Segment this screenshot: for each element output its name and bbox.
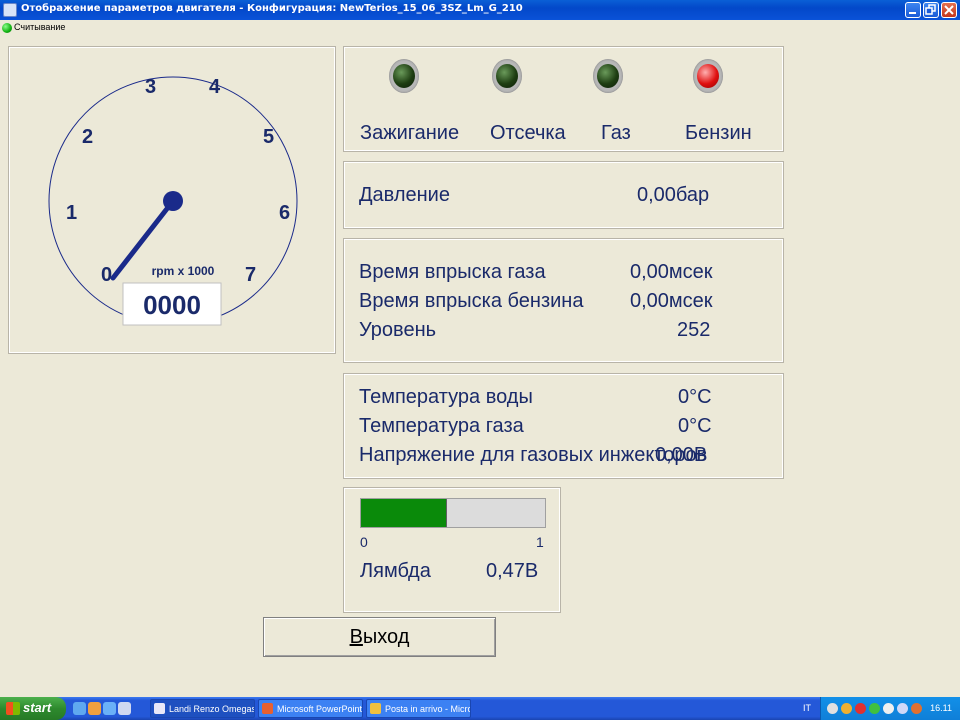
browser-quicklaunch-icon[interactable] — [103, 702, 116, 715]
task-outlook[interactable]: Posta in arrivo - Micro... — [366, 699, 471, 718]
cutoff-label: Отсечка — [490, 122, 566, 144]
gas-lamp-icon — [593, 59, 623, 93]
gauge-scale-label-1: 1 — [66, 202, 77, 224]
water-temp-value: 0°C — [678, 386, 712, 408]
tray-update-icon[interactable] — [911, 703, 922, 714]
clock[interactable]: 16.11 — [930, 703, 952, 713]
taskbar: start Landi Renzo Omegas Microsoft Power… — [0, 697, 960, 720]
needle-hub — [163, 191, 183, 211]
temperature-panel: Температура воды 0°C Температура газа 0°… — [343, 373, 784, 479]
task-label: Posta in arrivo - Micro... — [385, 704, 471, 714]
language-indicator[interactable]: IT — [803, 703, 811, 713]
tray-app-icon[interactable] — [841, 703, 852, 714]
cutoff-lamp-icon — [492, 59, 522, 93]
minimize-icon — [909, 12, 916, 14]
mail-icon — [370, 703, 381, 714]
tray-wifi-icon[interactable] — [897, 703, 908, 714]
task-landi-renzo[interactable]: Landi Renzo Omegas — [150, 699, 255, 718]
tachometer-gauge: 0 1 2 3 4 5 6 7 rpm x 1000 0000 — [48, 76, 298, 326]
tray-network-icon[interactable] — [869, 703, 880, 714]
lambda-min-label: 0 — [360, 534, 368, 550]
lambda-bar-fill — [361, 499, 448, 527]
status-line: Считывание — [0, 20, 960, 36]
task-powerpoint[interactable]: Microsoft PowerPoint ... — [258, 699, 363, 718]
lambda-panel: 0 1 Лямбда 0,47В — [343, 487, 561, 613]
title-bar[interactable]: Отображение параметров двигателя - Конфи… — [0, 0, 960, 20]
landi-app-icon — [154, 703, 165, 714]
injection-panel: Время впрыска газа 0,00мсек Время впрыск… — [343, 238, 784, 363]
exit-button[interactable]: Выход — [263, 617, 496, 657]
gas-injection-time-value: 0,00мсек — [630, 261, 713, 283]
exit-accel-letter: В — [349, 626, 363, 648]
minimize-button[interactable] — [905, 2, 921, 18]
gauge-scale-label-6: 6 — [279, 202, 290, 224]
gauge-scale-label-3: 3 — [145, 76, 156, 98]
gauge-scale-label-4: 4 — [209, 76, 221, 98]
injector-voltage-value: 0,00В — [655, 444, 708, 466]
status-led-icon — [2, 23, 12, 33]
outlook-quicklaunch-icon[interactable] — [88, 702, 101, 715]
gas-label: Газ — [601, 122, 631, 144]
tachometer-panel: 0 1 2 3 4 5 6 7 rpm x 1000 0000 — [8, 46, 336, 354]
window-title: Отображение параметров двигателя - Конфи… — [21, 3, 523, 14]
gauge-scale-label-0: 0 — [101, 264, 112, 286]
gas-temp-value: 0°C — [678, 415, 712, 437]
indicators-panel: Зажигание Отсечка Газ Бензин — [343, 46, 784, 152]
petrol-label: Бензин — [685, 122, 752, 144]
start-label: start — [23, 700, 52, 715]
ignition-lamp-icon — [389, 59, 419, 93]
task-label: Landi Renzo Omegas — [169, 704, 255, 714]
ie-quicklaunch-icon[interactable] — [73, 702, 86, 715]
gas-injection-time-label: Время впрыска газа — [359, 261, 546, 283]
status-text: Считывание — [14, 22, 66, 32]
gauge-scale-label-2: 2 — [82, 126, 93, 148]
gas-temp-label: Температура газа — [359, 415, 524, 437]
water-temp-label: Температура воды — [359, 386, 533, 408]
tray-antivirus-icon[interactable] — [855, 703, 866, 714]
task-label: Microsoft PowerPoint ... — [277, 704, 363, 714]
level-label: Уровень — [359, 319, 437, 341]
windows-logo-icon — [6, 702, 20, 715]
tray-volume-icon[interactable] — [883, 703, 894, 714]
lambda-value: 0,47В — [486, 560, 539, 582]
pressure-panel: Давление 0,00бар — [343, 161, 784, 229]
restore-button[interactable] — [923, 2, 939, 18]
tray-arrow-icon[interactable] — [827, 703, 838, 714]
desktop-quicklaunch-icon[interactable] — [118, 702, 131, 715]
lambda-max-label: 1 — [536, 534, 544, 550]
powerpoint-icon — [262, 703, 273, 714]
petrol-injection-time-value: 0,00мсек — [630, 290, 713, 312]
restore-icon — [925, 4, 936, 15]
close-icon — [944, 5, 954, 15]
ignition-label: Зажигание — [360, 122, 460, 144]
exit-label-rest: ыход — [362, 626, 410, 648]
rpm-readout: 0000 — [143, 290, 201, 320]
gauge-scale-label-7: 7 — [245, 264, 256, 286]
start-button[interactable]: start — [0, 697, 66, 720]
app-icon — [3, 3, 17, 17]
pressure-label: Давление — [359, 184, 450, 206]
lambda-bar — [360, 498, 546, 528]
system-tray: 16.11 — [820, 697, 960, 720]
petrol-injection-time-label: Время впрыска бензина — [359, 290, 584, 312]
gauge-unit-label: rpm x 1000 — [152, 264, 215, 278]
close-button[interactable] — [941, 2, 957, 18]
pressure-value: 0,00бар — [637, 184, 710, 206]
petrol-lamp-icon — [693, 59, 723, 93]
lambda-label: Лямбда — [360, 560, 431, 582]
level-value: 252 — [677, 319, 711, 341]
gauge-scale-label-5: 5 — [263, 126, 274, 148]
